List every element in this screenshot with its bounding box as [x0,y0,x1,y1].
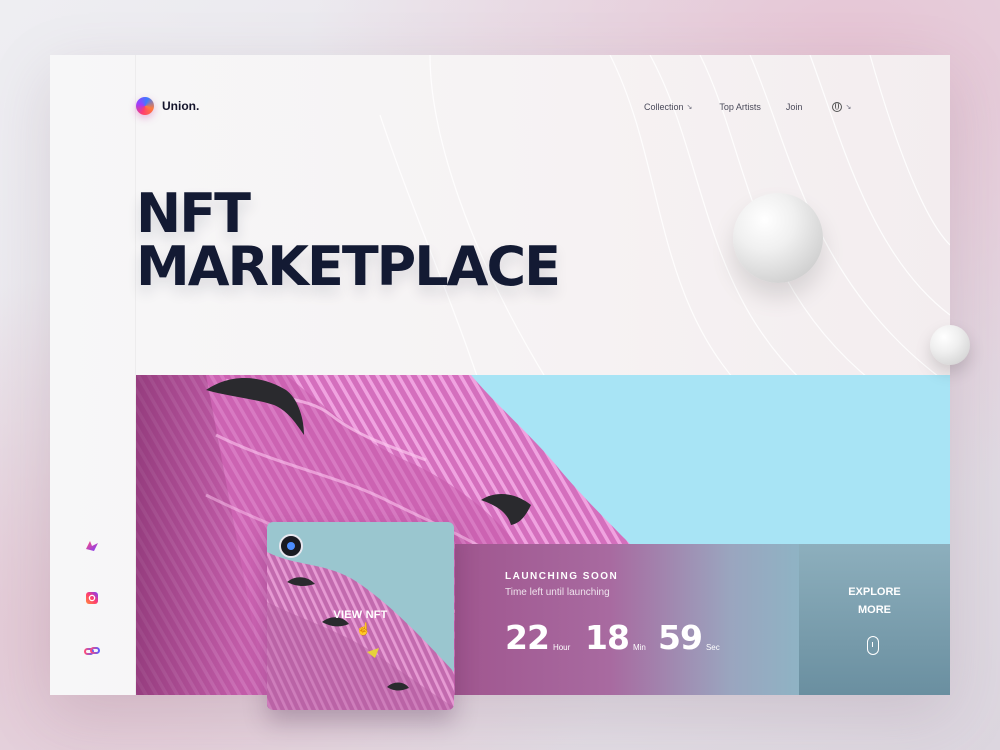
nav-label: Join [785,102,803,112]
explore-label: EXPLORE MORE [848,586,901,616]
social-link-instagram[interactable] [84,591,100,605]
chain-icon [84,647,100,655]
decorative-sphere-small [930,325,970,365]
countdown-subtitle: Time left until launching [505,587,610,598]
title-line-1: NFT [136,182,251,245]
bird-icon [86,541,98,551]
landing-card: Union. Collection ↘ Top Artists Join ↘ N… [50,55,950,695]
gradient-orb-icon [136,97,154,115]
nav-label: Top Artists [719,102,761,112]
nav-item-join[interactable]: Join [786,102,803,112]
countdown-hours: 22 Hour [505,618,571,657]
seconds-value: 59 [658,618,703,657]
view-nft-label[interactable]: VIEW NFT [267,609,454,621]
brand-name: Union. [162,99,200,113]
nft-preview-card[interactable]: VIEW NFT ☝ [267,522,454,710]
seconds-label: Sec [705,643,720,652]
hours-value: 22 [505,618,550,657]
nav-item-top-artists[interactable]: Top Artists [719,102,761,112]
scroll-mouse-icon [867,636,879,655]
avatar-badge-icon [279,534,303,558]
chevron-down-icon: ↘ [845,104,852,111]
globe-icon [832,102,843,112]
countdown-seconds: 59 Sec [658,618,720,657]
minutes-label: Min [632,643,646,652]
brand-logo[interactable]: Union. [136,97,199,115]
countdown-minutes: 18 Min [585,618,646,657]
social-link-bird[interactable] [84,539,100,553]
chevron-down-icon: ↘ [686,104,693,111]
countdown-title: LAUNCHING SOON [505,571,619,582]
nav-label: Collection [644,102,684,112]
pointer-hand-icon: ☝ [356,622,371,636]
title-line-2: MARKETPLACE [136,235,561,298]
nav-item-collection[interactable]: Collection ↘ [644,102,692,112]
page-title: NFT MARKETPLACE [136,182,561,298]
minutes-value: 18 [585,618,630,657]
top-nav: Collection ↘ Top Artists Join ↘ [644,102,851,112]
social-link-chain[interactable] [84,644,100,658]
explore-more-button[interactable]: EXPLORE MORE [799,544,950,695]
launch-countdown-panel: LAUNCHING SOON Time left until launching… [455,544,799,695]
instagram-icon [86,592,98,604]
decorative-sphere [733,193,823,283]
language-selector[interactable]: ↘ [832,102,851,112]
hours-label: Hour [552,643,571,652]
